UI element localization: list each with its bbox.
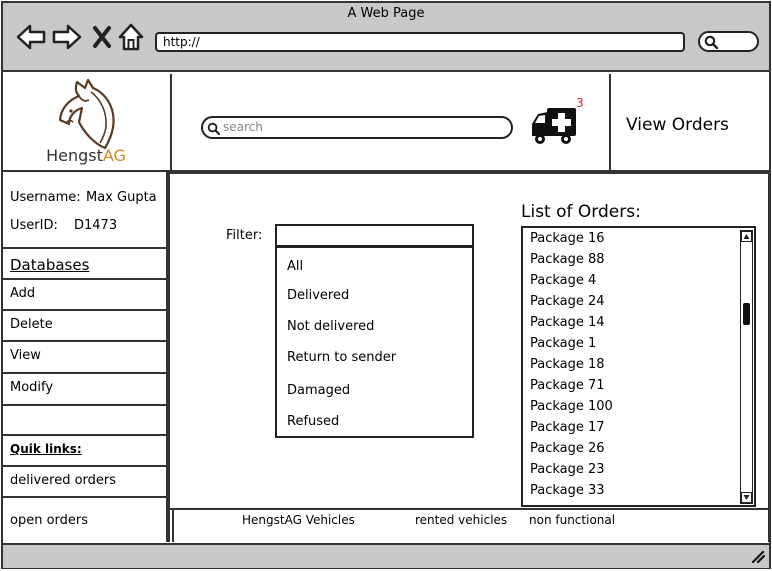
footer-link-rented[interactable]: rented vehicles (415, 513, 507, 527)
brand-name: HengstAG (46, 146, 126, 165)
list-item[interactable]: Package 24 (530, 294, 605, 309)
scroll-up-icon[interactable] (741, 231, 752, 242)
main-border-left (168, 172, 170, 542)
filter-label: Filter: (226, 228, 263, 243)
sidebar-separator (3, 496, 166, 498)
username-value: Max Gupta (86, 190, 157, 205)
list-item[interactable]: Package 23 (530, 462, 605, 477)
sidebar-separator (3, 465, 166, 467)
list-item[interactable]: Package 18 (530, 357, 605, 372)
quick-link-delivered[interactable]: delivered orders (10, 473, 116, 488)
list-item[interactable]: Package 71 (530, 378, 605, 393)
main-border-top (168, 172, 768, 174)
list-item[interactable]: Package 1 (530, 336, 596, 351)
sidebar-item-delete[interactable]: Delete (10, 317, 53, 332)
footer-divider (172, 510, 174, 542)
view-orders-link[interactable]: View Orders (626, 115, 729, 135)
horse-logo-icon (58, 78, 115, 150)
filter-option-all[interactable]: All (287, 259, 303, 274)
list-item[interactable]: Package 17 (530, 420, 605, 435)
sidebar-separator (3, 309, 166, 311)
sidebar-separator (3, 340, 166, 342)
userid-label: UserID: (10, 218, 58, 233)
orders-list[interactable]: Package 16 Package 88 Package 4 Package … (521, 226, 756, 507)
ambulance-icon[interactable] (530, 106, 578, 146)
main-border-bottom (168, 508, 768, 510)
filter-option-return[interactable]: Return to sender (287, 350, 396, 365)
sidebar-separator (3, 278, 166, 280)
orders-title: List of Orders: (521, 202, 641, 222)
sidebar-item-view[interactable]: View (10, 348, 41, 363)
list-item[interactable]: Package 16 (530, 231, 605, 246)
sidebar-separator (3, 372, 166, 374)
back-arrow-icon[interactable] (16, 22, 46, 52)
search-icon (704, 35, 718, 49)
main-border-right (768, 172, 770, 542)
filter-option-damaged[interactable]: Damaged (287, 383, 350, 398)
forward-arrow-icon[interactable] (52, 22, 82, 52)
filter-option-not-delivered[interactable]: Not delivered (287, 319, 374, 334)
home-icon[interactable] (117, 22, 145, 52)
header-divider (609, 74, 611, 172)
quick-links-title: Quik links: (10, 442, 82, 456)
sidebar-separator (3, 247, 166, 249)
browser-search-field[interactable] (698, 31, 759, 52)
list-item[interactable]: Package 100 (530, 399, 613, 414)
search-placeholder: search (223, 120, 263, 134)
filter-select[interactable] (275, 224, 474, 247)
filter-option-delivered[interactable]: Delivered (287, 288, 349, 303)
url-input[interactable]: http:// (155, 32, 685, 52)
scroll-down-icon[interactable] (741, 492, 752, 503)
list-item[interactable]: Package 4 (530, 273, 596, 288)
list-item[interactable]: Package 26 (530, 441, 605, 456)
list-item[interactable]: Package 14 (530, 315, 605, 330)
sidebar-item-modify[interactable]: Modify (10, 380, 53, 395)
databases-title[interactable]: Databases (10, 256, 89, 274)
resize-grip-icon[interactable] (750, 550, 766, 564)
close-icon[interactable] (92, 22, 112, 52)
footer-link-vehicles[interactable]: HengstAG Vehicles (242, 513, 355, 527)
sidebar-item-add[interactable]: Add (10, 286, 35, 301)
window-title: A Web Page (347, 6, 425, 21)
username-label: Username: (10, 190, 81, 205)
userid-value: D1473 (74, 218, 118, 233)
scroll-thumb[interactable] (743, 303, 750, 325)
status-bar (3, 543, 769, 568)
search-input[interactable]: search (201, 116, 513, 139)
footer-link-non-functional[interactable]: non functional (529, 513, 615, 527)
list-item[interactable]: Package 88 (530, 252, 605, 267)
orders-scrollbar[interactable] (740, 230, 753, 504)
filter-dropdown: All Delivered Not delivered Return to se… (275, 246, 474, 438)
list-item[interactable]: Package 33 (530, 483, 605, 498)
notification-badge: 3 (576, 96, 584, 110)
sidebar-separator (3, 434, 166, 436)
quick-link-open[interactable]: open orders (10, 513, 88, 528)
search-icon (207, 122, 220, 135)
sidebar-separator (3, 404, 166, 406)
filter-option-refused[interactable]: Refused (287, 414, 339, 429)
